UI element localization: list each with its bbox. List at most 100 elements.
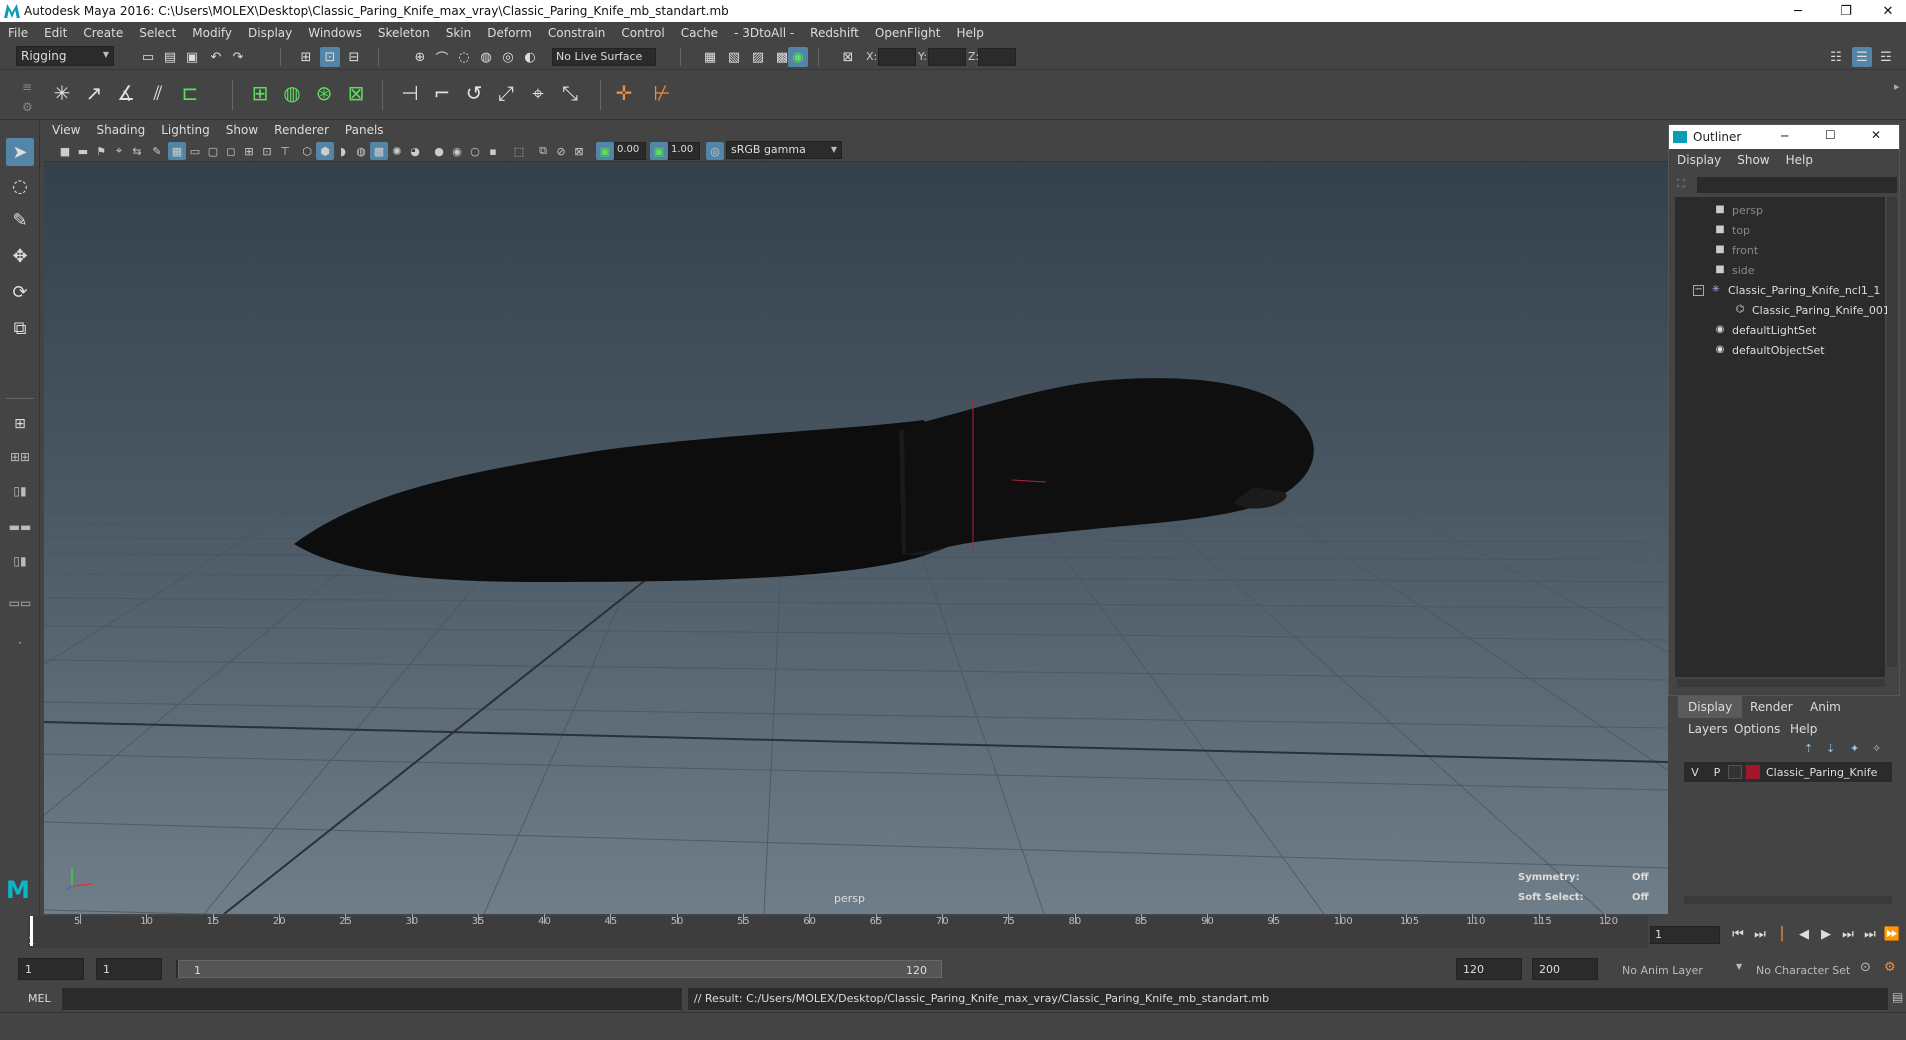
grid-toggle-icon[interactable]: ▦ bbox=[168, 142, 186, 160]
ambient-occlusion-icon[interactable]: ● bbox=[430, 142, 448, 160]
menu-constrain[interactable]: Constrain bbox=[540, 26, 614, 40]
outliner-vscrollbar[interactable] bbox=[1887, 197, 1897, 667]
depth-of-field-icon[interactable]: ▪ bbox=[484, 142, 502, 160]
outliner-item[interactable]: − ✳ Classic_Paring_Knife_ncl1_1 bbox=[1693, 281, 1880, 299]
step-back-key-icon[interactable]: ⏭ bbox=[1750, 924, 1770, 944]
backface-icon[interactable]: ⊠ bbox=[570, 142, 588, 160]
tool-settings-icon[interactable]: ☲ bbox=[1876, 47, 1896, 67]
menu-redshift[interactable]: Redshift bbox=[802, 26, 867, 40]
play-forward-icon[interactable]: ▶ bbox=[1816, 924, 1836, 944]
shadows-icon[interactable]: ◕ bbox=[406, 142, 424, 160]
snap-grid-icon[interactable]: ⊕ bbox=[410, 47, 430, 67]
menu-deform[interactable]: Deform bbox=[479, 26, 540, 40]
vp-menu-view[interactable]: View bbox=[44, 123, 88, 137]
x-field[interactable] bbox=[878, 48, 916, 66]
attribute-editor-icon[interactable]: ☰ bbox=[1852, 47, 1872, 67]
image-plane-icon[interactable]: ⌖ bbox=[110, 142, 128, 160]
outliner-item[interactable]: ■ front bbox=[1713, 241, 1758, 259]
modeling-toolkit-icon[interactable]: ☷ bbox=[1826, 47, 1846, 67]
character-set-dropdown[interactable]: No Character Set bbox=[1756, 964, 1864, 977]
animation-end-field[interactable]: 200 bbox=[1532, 958, 1598, 980]
outliner-menu-help[interactable]: Help bbox=[1778, 153, 1821, 167]
z-field[interactable] bbox=[978, 48, 1016, 66]
go-to-end-icon[interactable]: ⏭ bbox=[1860, 924, 1880, 944]
select-by-hierarchy-icon[interactable]: ⊞ bbox=[296, 47, 316, 67]
outliner-item[interactable]: ■ top bbox=[1713, 221, 1750, 239]
outliner-item[interactable]: ⌬ Classic_Paring_Knife_001 bbox=[1733, 301, 1890, 319]
parent-constraint-icon[interactable]: ⌖ bbox=[522, 77, 554, 109]
script-editor-icon[interactable]: ▤ bbox=[1892, 990, 1903, 1004]
step-back-frame-icon[interactable]: ⎮ bbox=[1772, 924, 1792, 944]
time-cursor[interactable] bbox=[30, 916, 33, 946]
more-layouts-icon[interactable]: · bbox=[6, 632, 34, 654]
shelf-gear-icon[interactable]: ⚙ bbox=[22, 100, 33, 114]
rigid-bind-icon[interactable]: ◍ bbox=[276, 77, 308, 109]
outliner-minimize-icon[interactable]: ─ bbox=[1781, 129, 1788, 143]
select-by-object-icon[interactable]: ⊡ bbox=[320, 47, 340, 67]
menu-modify[interactable]: Modify bbox=[184, 26, 240, 40]
tab-display[interactable]: Display bbox=[1678, 696, 1743, 718]
colorspace-dropdown[interactable]: sRGB gamma bbox=[726, 141, 842, 159]
outliner-item[interactable]: ■ side bbox=[1713, 261, 1754, 279]
gamma-icon[interactable]: ▣ bbox=[650, 142, 668, 160]
play-backward-icon[interactable]: ◀ bbox=[1794, 924, 1814, 944]
redo-icon[interactable]: ↷ bbox=[228, 47, 248, 67]
smooth-shade-icon[interactable]: ⬢ bbox=[316, 142, 334, 160]
outliner-persp-layout-icon[interactable]: ▬▬ bbox=[6, 516, 34, 538]
menu-openflight[interactable]: OpenFlight bbox=[867, 26, 949, 40]
scale-constraint-icon[interactable]: ⤢ bbox=[490, 77, 522, 109]
cluster-shelf-icon[interactable]: ⊬ bbox=[646, 77, 678, 109]
safe-action-icon[interactable]: ⊡ bbox=[258, 142, 276, 160]
vp-menu-lighting[interactable]: Lighting bbox=[153, 123, 218, 137]
layer-hscrollbar[interactable] bbox=[1684, 896, 1892, 904]
current-frame-field[interactable]: 1 bbox=[1650, 926, 1720, 944]
vp-menu-show[interactable]: Show bbox=[218, 123, 266, 137]
outliner-search-input[interactable] bbox=[1697, 177, 1897, 193]
new-scene-icon[interactable]: ▭ bbox=[138, 47, 158, 67]
film-gate-icon[interactable]: ▭ bbox=[186, 142, 204, 160]
step-forward-key-icon[interactable]: ⏭ bbox=[1838, 924, 1858, 944]
use-all-lights-icon[interactable]: ✺ bbox=[388, 142, 406, 160]
menu-help[interactable]: Help bbox=[948, 26, 991, 40]
wireframe-on-shaded-icon[interactable]: ▩ bbox=[370, 142, 388, 160]
outliner-maximize-icon[interactable]: ☐ bbox=[1825, 128, 1836, 142]
menu-windows[interactable]: Windows bbox=[300, 26, 370, 40]
snap-surface-icon[interactable]: ◎ bbox=[498, 47, 518, 67]
layer-color-swatch[interactable] bbox=[1746, 765, 1760, 779]
select-tool-icon[interactable]: ➤ bbox=[6, 138, 34, 166]
wireframe-icon[interactable]: ⬡ bbox=[298, 142, 316, 160]
menu-select[interactable]: Select bbox=[131, 26, 184, 40]
menu-edit[interactable]: Edit bbox=[36, 26, 75, 40]
vp-menu-shading[interactable]: Shading bbox=[88, 123, 153, 137]
outliner-menu-display[interactable]: Display bbox=[1669, 153, 1729, 167]
pole-vector-icon[interactable]: ⤡ bbox=[554, 77, 586, 109]
vp-menu-renderer[interactable]: Renderer bbox=[266, 123, 337, 137]
layer-menu-layers[interactable]: Layers bbox=[1688, 722, 1728, 736]
menu-file[interactable]: File bbox=[0, 26, 36, 40]
layer-move-down-icon[interactable]: ⇣ bbox=[1826, 742, 1835, 755]
transform-mode-icon[interactable]: ⊠ bbox=[838, 47, 858, 67]
lattice-icon[interactable]: ⊠ bbox=[340, 77, 372, 109]
menu-create[interactable]: Create bbox=[75, 26, 131, 40]
undo-icon[interactable]: ↶ bbox=[206, 47, 226, 67]
outliner-item[interactable]: ◉ defaultLightSet bbox=[1713, 321, 1817, 339]
lock-camera-icon[interactable]: ⚑ bbox=[92, 142, 110, 160]
snap-curve-icon[interactable]: ⌒ bbox=[432, 47, 452, 67]
layer-menu-options[interactable]: Options bbox=[1734, 722, 1780, 736]
lasso-tool-icon[interactable]: ◌ bbox=[6, 172, 34, 200]
four-pane-layout-icon[interactable]: ⊞⊞ bbox=[6, 446, 34, 468]
y-field[interactable] bbox=[928, 48, 966, 66]
minimize-button[interactable]: ─ bbox=[1776, 0, 1820, 22]
menu-skin[interactable]: Skin bbox=[438, 26, 480, 40]
ik-handle-icon[interactable]: ↗ bbox=[78, 77, 110, 109]
menu-display[interactable]: Display bbox=[240, 26, 300, 40]
camera-bookmark-icon[interactable]: ▬ bbox=[74, 142, 92, 160]
layer-row[interactable]: V P Classic_Paring_Knife bbox=[1684, 762, 1892, 782]
xray-active-icon[interactable]: ⊘ bbox=[552, 142, 570, 160]
auto-key-icon[interactable]: ⊙ bbox=[1860, 960, 1871, 975]
tab-render[interactable]: Render bbox=[1740, 696, 1803, 718]
playback-start-field[interactable]: 1 bbox=[96, 958, 162, 980]
isolate-select-icon[interactable]: ⬚ bbox=[510, 142, 528, 160]
live-surface-field[interactable]: No Live Surface bbox=[552, 48, 656, 66]
animation-prefs-icon[interactable]: ⚙ bbox=[1884, 960, 1896, 975]
